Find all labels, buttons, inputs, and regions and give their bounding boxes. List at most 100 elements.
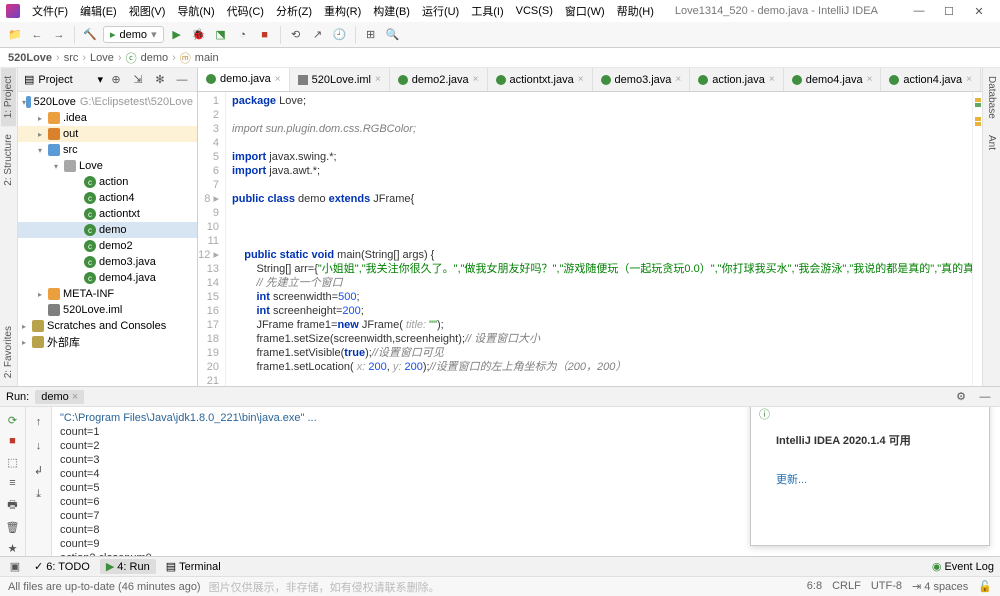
crumb-method[interactable]: main bbox=[195, 52, 219, 64]
collapse-icon[interactable]: ⇲ bbox=[129, 71, 147, 89]
menu-help[interactable]: 帮助(H) bbox=[613, 1, 658, 21]
run-icon[interactable]: ▶ bbox=[168, 26, 186, 44]
error-stripe[interactable] bbox=[972, 92, 982, 386]
btab-todo[interactable]: ✓6: TODO bbox=[34, 560, 90, 573]
lock-icon[interactable]: 🔓 bbox=[978, 580, 992, 593]
crumb-pkg[interactable]: Love bbox=[90, 52, 114, 64]
crumb-src[interactable]: src bbox=[64, 52, 79, 64]
coverage-icon[interactable]: ⬔ bbox=[212, 26, 230, 44]
tree-action[interactable]: caction bbox=[18, 174, 197, 190]
menu-code[interactable]: 代码(C) bbox=[223, 1, 268, 21]
target-icon[interactable]: ⊕ bbox=[107, 71, 125, 89]
vcs-history-icon[interactable]: 🕘 bbox=[331, 26, 349, 44]
tab-project[interactable]: 1: Project bbox=[1, 68, 16, 126]
tree-idea[interactable]: ▸.idea bbox=[18, 110, 197, 126]
status-enc[interactable]: UTF-8 bbox=[871, 580, 902, 593]
help-icon[interactable]: ★ bbox=[4, 541, 22, 556]
crumb-class[interactable]: demo bbox=[141, 52, 169, 64]
tab-demo[interactable]: demo.java× bbox=[198, 68, 290, 92]
tree-metainf[interactable]: ▸META-INF bbox=[18, 286, 197, 302]
tree-demo[interactable]: cdemo bbox=[18, 222, 197, 238]
code-editor[interactable]: package Love; import sun.plugin.dom.css.… bbox=[226, 92, 972, 386]
menu-edit[interactable]: 编辑(E) bbox=[76, 1, 121, 21]
console-output[interactable]: "C:\Program Files\Java\jdk1.8.0_221\bin\… bbox=[52, 407, 1000, 556]
back-icon[interactable]: ← bbox=[28, 26, 46, 44]
status-pos[interactable]: 6:8 bbox=[807, 580, 822, 593]
minimize-icon[interactable]: — bbox=[904, 5, 934, 18]
scroll-icon[interactable]: ⤓ bbox=[30, 485, 48, 503]
close-tab-icon[interactable]: × bbox=[275, 74, 281, 85]
tab-demo2[interactable]: demo2.java× bbox=[390, 68, 488, 92]
tab-demo4[interactable]: demo4.java× bbox=[784, 68, 882, 92]
menu-analyze[interactable]: 分析(Z) bbox=[272, 1, 316, 21]
stop-icon[interactable]: ■ bbox=[256, 26, 274, 44]
hide-icon[interactable]: — bbox=[173, 71, 191, 89]
btab-eventlog[interactable]: ◉Event Log bbox=[932, 560, 994, 573]
tab-database[interactable]: Database bbox=[984, 68, 999, 127]
menu-refactor[interactable]: 重构(R) bbox=[320, 1, 365, 21]
layout-icon[interactable]: ≡ bbox=[4, 475, 22, 490]
notif-update-link[interactable]: 更新... bbox=[776, 474, 911, 487]
tree-demo3[interactable]: cdemo3.java bbox=[18, 254, 197, 270]
search-icon[interactable]: 🔍 bbox=[384, 26, 402, 44]
tab-action[interactable]: action.java× bbox=[690, 68, 783, 92]
btab-terminal[interactable]: ▤Terminal bbox=[166, 560, 221, 573]
tree-demo4[interactable]: cdemo4.java bbox=[18, 270, 197, 286]
profile-icon[interactable]: ◔ bbox=[234, 26, 252, 44]
btab-run[interactable]: ▶4: Run bbox=[100, 559, 156, 574]
menu-tools[interactable]: 工具(I) bbox=[467, 1, 507, 21]
tab-ant[interactable]: Ant bbox=[984, 127, 999, 158]
menu-view[interactable]: 视图(V) bbox=[125, 1, 170, 21]
trash-icon[interactable]: 🗑 bbox=[4, 520, 22, 535]
tab-favorites[interactable]: 2: Favorites bbox=[1, 318, 16, 386]
close-icon[interactable]: ✕ bbox=[964, 5, 994, 18]
maximize-icon[interactable]: ☐ bbox=[934, 5, 964, 18]
tree-root[interactable]: ▾ 520Love G:\Eclipsetest\520Love bbox=[18, 94, 197, 110]
tree-out[interactable]: ▸out bbox=[18, 126, 197, 142]
tree-demo2[interactable]: cdemo2 bbox=[18, 238, 197, 254]
tree-scratches[interactable]: ▸Scratches and Consoles bbox=[18, 318, 197, 334]
tree-love[interactable]: ▾Love bbox=[18, 158, 197, 174]
tab-structure[interactable]: 2: Structure bbox=[1, 126, 16, 194]
status-indent[interactable]: ⇥ 4 spaces bbox=[912, 580, 968, 593]
menu-file[interactable]: 文件(F) bbox=[28, 1, 72, 21]
down-icon[interactable]: ↓ bbox=[30, 437, 48, 455]
run-hide-icon[interactable]: — bbox=[976, 388, 994, 406]
vcs-update-icon[interactable]: ⟲ bbox=[287, 26, 305, 44]
vcs-commit-icon[interactable]: ↗ bbox=[309, 26, 327, 44]
tree-actiontxt[interactable]: cactiontxt bbox=[18, 206, 197, 222]
tree-action4[interactable]: caction4 bbox=[18, 190, 197, 206]
crumb-project[interactable]: 520Love bbox=[8, 52, 52, 64]
menu-window[interactable]: 窗口(W) bbox=[561, 1, 609, 21]
tree-src[interactable]: ▾src bbox=[18, 142, 197, 158]
run-config-select[interactable]: ▸ demo ▾ bbox=[103, 26, 164, 43]
stop-run-icon[interactable]: ■ bbox=[4, 434, 22, 449]
tree-external[interactable]: ▸外部库 bbox=[18, 334, 197, 350]
menu-navigate[interactable]: 导航(N) bbox=[173, 1, 218, 21]
tree-iml[interactable]: 520Love.iml bbox=[18, 302, 197, 318]
toggle-bottom-icon[interactable]: ▣ bbox=[6, 558, 24, 576]
update-notification[interactable]: ⓘ IntelliJ IDEA 2020.1.4 可用 更新... bbox=[750, 407, 990, 546]
run-settings-icon[interactable]: ⚙ bbox=[952, 388, 970, 406]
debug-icon[interactable]: 🐞 bbox=[190, 26, 208, 44]
menu-build[interactable]: 构建(B) bbox=[369, 1, 414, 21]
rerun-icon[interactable]: ⟳ bbox=[4, 413, 22, 428]
wrap-icon[interactable]: ↲ bbox=[30, 461, 48, 479]
caret-down-icon[interactable]: ▾ bbox=[97, 73, 103, 86]
build-icon[interactable]: 🔨 bbox=[81, 26, 99, 44]
gear-icon[interactable]: ✻ bbox=[151, 71, 169, 89]
up-icon[interactable]: ↑ bbox=[30, 413, 48, 431]
toggle-project-icon[interactable]: 📁 bbox=[6, 26, 24, 44]
project-tree[interactable]: ▾ 520Love G:\Eclipsetest\520Love ▸.idea … bbox=[18, 92, 197, 386]
dump-icon[interactable]: ⬚ bbox=[4, 455, 22, 470]
forward-icon[interactable]: → bbox=[50, 26, 68, 44]
line-gutter[interactable]: 1 2 3 4 5 6 7 8 ▸ 9 10 11 12 ▸ 13 14 15 … bbox=[198, 92, 226, 386]
menu-run[interactable]: 运行(U) bbox=[418, 1, 463, 21]
tab-iml[interactable]: 520Love.iml× bbox=[290, 68, 390, 92]
run-tab-demo[interactable]: demo × bbox=[35, 390, 84, 404]
tab-actiontxt[interactable]: actiontxt.java× bbox=[488, 68, 593, 92]
print-icon[interactable]: 🖶 bbox=[4, 496, 22, 514]
structure-icon[interactable]: ⊞ bbox=[362, 26, 380, 44]
status-eol[interactable]: CRLF bbox=[832, 580, 861, 593]
menu-vcs[interactable]: VCS(S) bbox=[512, 3, 557, 19]
